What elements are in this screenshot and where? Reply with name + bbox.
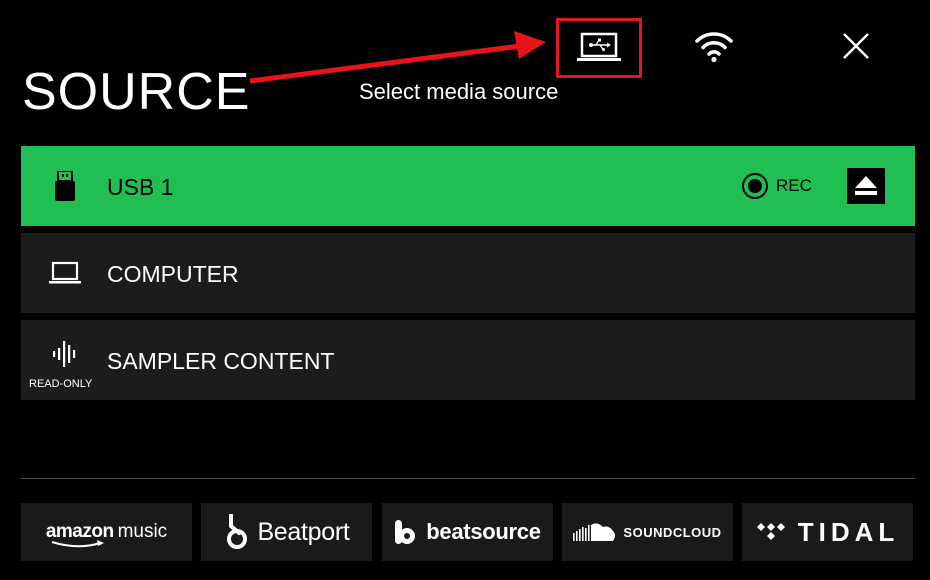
tidal-icon <box>756 523 785 540</box>
wifi-button[interactable] <box>690 24 738 68</box>
source-row-computer[interactable]: COMPUTER <box>21 233 915 313</box>
source-label-sampler: SAMPLER CONTENT <box>107 348 335 374</box>
record-label: REC <box>776 176 812 195</box>
source-label-computer: COMPUTER <box>107 261 239 287</box>
source-label-usb1: USB 1 <box>107 174 174 200</box>
soundcloud-icon <box>573 523 616 541</box>
soundcloud-button[interactable]: SOUNDCLOUD <box>562 503 733 561</box>
wifi-icon <box>695 32 733 63</box>
divider <box>21 478 915 479</box>
tidal-button[interactable]: TIDAL <box>742 503 913 561</box>
laptop-usb-icon <box>577 32 621 61</box>
close-icon <box>843 33 869 59</box>
laptop-icon <box>43 233 87 313</box>
usb-computer-button[interactable] <box>556 18 642 78</box>
beatport-button[interactable]: Beatport <box>201 503 372 561</box>
amazon-music-button[interactable]: amazon music <box>21 503 192 561</box>
beatport-icon <box>227 514 248 549</box>
source-row-sampler[interactable]: READ-ONLY SAMPLER CONTENT <box>21 320 915 400</box>
beatport-label: Beatport <box>257 517 350 546</box>
record-toggle[interactable]: REC <box>742 172 812 200</box>
soundcloud-label: SOUNDCLOUD <box>623 524 722 540</box>
eject-button[interactable] <box>847 168 885 204</box>
record-icon <box>742 173 768 199</box>
tidal-label: TIDAL <box>797 516 900 547</box>
source-row-usb1[interactable]: USB 1 REC <box>21 146 915 226</box>
read-only-badge: READ-ONLY <box>29 378 93 390</box>
usb-drive-icon <box>43 146 87 226</box>
page-subtitle: Select media source <box>359 79 559 104</box>
amazon-music-logo: amazon music <box>46 521 167 548</box>
close-button[interactable] <box>832 22 880 70</box>
beatsource-label: beatsource <box>426 519 541 544</box>
page-title: SOURCE <box>22 63 251 121</box>
beatsource-icon <box>395 520 416 544</box>
beatsource-button[interactable]: beatsource <box>382 503 553 561</box>
eject-icon <box>855 176 877 195</box>
